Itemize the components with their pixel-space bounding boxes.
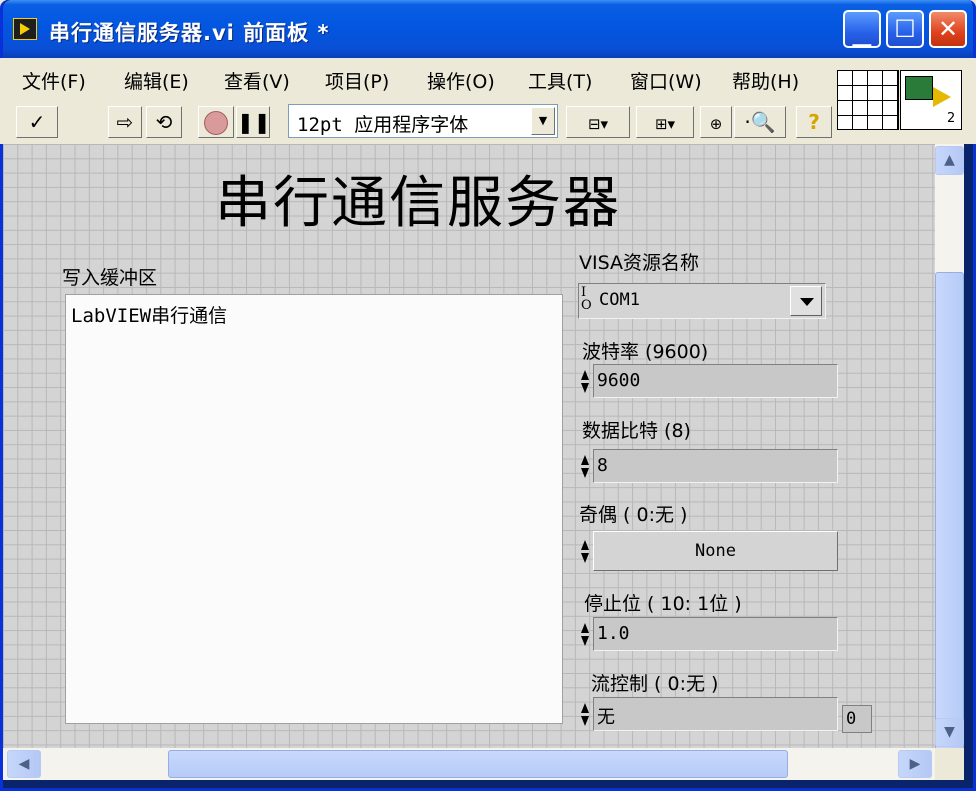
- stop-icon: [204, 111, 228, 135]
- pause-button[interactable]: ❚❚: [236, 106, 271, 138]
- data-bits-label: 数据比特 (8): [582, 420, 691, 442]
- write-buffer-value: LabVIEW串行通信: [71, 305, 228, 327]
- font-select[interactable]: 12pt 应用程序字体 ▼: [288, 104, 558, 138]
- vi-icon-arrow: [933, 87, 951, 107]
- visa-resource-select[interactable]: IO COM1: [578, 283, 826, 319]
- context-help-button[interactable]: ?: [796, 106, 832, 138]
- labview-vi-icon[interactable]: [13, 18, 37, 40]
- decrement-arrow-icon[interactable]: [581, 636, 589, 646]
- baud-rate-stepper[interactable]: [579, 364, 592, 398]
- menu-operate[interactable]: 操作(O): [427, 67, 495, 94]
- search-button[interactable]: ·🔍: [734, 106, 786, 138]
- flow-control-value: 无: [597, 707, 615, 728]
- scroll-down-icon[interactable]: ▼: [935, 718, 964, 747]
- run-arrow-icon: ⇨: [116, 110, 134, 134]
- abort-button[interactable]: [198, 106, 234, 138]
- increment-arrow-icon[interactable]: [581, 703, 589, 713]
- decrement-arrow-icon[interactable]: [581, 383, 589, 393]
- visa-resource-label: VISA资源名称: [579, 252, 700, 274]
- menu-tools[interactable]: 工具(T): [528, 67, 592, 94]
- stop-bits-value: 1.0: [597, 623, 630, 644]
- menu-bar: 文件(F) 编辑(E) 查看(V) 项目(P) 操作(O) 工具(T) 窗口(W…: [0, 58, 976, 98]
- search-icon: ·🔍: [744, 110, 776, 134]
- menu-file[interactable]: 文件(F): [22, 67, 86, 94]
- increment-arrow-icon[interactable]: [581, 370, 589, 380]
- vi-icon[interactable]: 2: [900, 70, 962, 130]
- visa-io-icon: IO: [581, 286, 592, 312]
- stop-bits-label: 停止位 ( 10: 1位 ): [584, 593, 742, 615]
- run-continuously-icon: ⟲: [155, 110, 173, 134]
- window-title: 串行通信服务器.vi 前面板 *: [49, 21, 330, 45]
- pause-icon: ❚❚: [237, 110, 271, 134]
- checkmark-icon: ✓: [28, 110, 46, 134]
- chevron-down-icon[interactable]: [790, 286, 822, 316]
- vertical-scroll-thumb[interactable]: [935, 272, 964, 780]
- increment-arrow-icon[interactable]: [581, 623, 589, 633]
- menu-window[interactable]: 窗口(W): [630, 67, 702, 94]
- menu-project[interactable]: 项目(P): [325, 67, 389, 94]
- resize-objects-button[interactable]: ⊕: [700, 106, 732, 138]
- minimize-icon: ▁: [852, 20, 872, 48]
- font-select-value: 12pt 应用程序字体: [297, 114, 469, 136]
- run-continuously-button[interactable]: ⟲: [146, 106, 182, 138]
- connector-pane[interactable]: [837, 70, 899, 130]
- maximize-icon: ☐: [894, 15, 916, 43]
- data-bits-value: 8: [597, 455, 608, 476]
- align-objects-icon: ⊟▾: [587, 115, 609, 133]
- flow-control-stepper[interactable]: [579, 697, 592, 731]
- flow-control-label: 流控制 ( 0:无 ): [591, 673, 719, 695]
- vi-icon-number: 2: [947, 111, 956, 126]
- stop-bits-input[interactable]: 1.0: [593, 617, 838, 651]
- parity-select[interactable]: None: [593, 531, 838, 571]
- decrement-arrow-icon[interactable]: [581, 468, 589, 478]
- vi-icon-graph: [905, 76, 933, 100]
- chevron-down-icon[interactable]: ▼: [531, 107, 555, 135]
- baud-rate-label: 波特率 (9600): [582, 341, 709, 363]
- distribute-objects-button[interactable]: ⊞▾: [636, 106, 694, 138]
- decrement-arrow-icon[interactable]: [581, 716, 589, 726]
- menu-view[interactable]: 查看(V): [224, 67, 290, 94]
- align-objects-button[interactable]: ⊟▾: [566, 106, 630, 138]
- stop-bits-stepper[interactable]: [579, 617, 592, 651]
- scroll-left-icon[interactable]: ◀: [7, 750, 41, 778]
- parity-stepper[interactable]: [579, 534, 592, 568]
- close-icon: ✕: [937, 15, 959, 43]
- help-icon: ?: [808, 110, 820, 134]
- menu-edit[interactable]: 编辑(E): [124, 67, 189, 94]
- flow-control-number: 0: [842, 705, 872, 733]
- scroll-up-icon[interactable]: ▲: [935, 146, 964, 175]
- resize-grip-icon[interactable]: [935, 748, 964, 780]
- write-buffer-input[interactable]: LabVIEW串行通信: [65, 294, 563, 724]
- maximize-button[interactable]: ☐: [886, 10, 924, 48]
- menu-help[interactable]: 帮助(H): [732, 67, 799, 94]
- scroll-right-icon[interactable]: ▶: [898, 750, 932, 778]
- title-bar[interactable]: 串行通信服务器.vi 前面板 * ▁ ☐ ✕: [3, 0, 973, 58]
- visa-resource-value: COM1: [599, 290, 640, 310]
- flow-control-select[interactable]: 无: [593, 697, 838, 731]
- data-bits-stepper[interactable]: [579, 449, 592, 483]
- data-bits-input[interactable]: 8: [593, 449, 838, 483]
- close-button[interactable]: ✕: [929, 10, 967, 48]
- minimize-button[interactable]: ▁: [843, 10, 881, 48]
- panel-title: 串行通信服务器: [215, 171, 621, 236]
- run-check-button[interactable]: ✓: [16, 106, 58, 138]
- run-button[interactable]: ⇨: [108, 106, 142, 138]
- resize-objects-icon: ⊕: [709, 115, 723, 133]
- decrement-arrow-icon[interactable]: [581, 553, 589, 563]
- baud-rate-value: 9600: [597, 370, 641, 391]
- increment-arrow-icon[interactable]: [581, 455, 589, 465]
- increment-arrow-icon[interactable]: [581, 540, 589, 550]
- visa-io-bottom: O: [581, 298, 592, 313]
- horizontal-scrollbar[interactable]: ◀ ▶: [3, 748, 935, 780]
- write-buffer-label: 写入缓冲区: [62, 267, 158, 289]
- horizontal-scroll-thumb[interactable]: [168, 750, 788, 778]
- baud-rate-input[interactable]: 9600: [593, 364, 838, 398]
- distribute-objects-icon: ⊞▾: [654, 115, 676, 133]
- vertical-scrollbar[interactable]: ▲ ▼: [935, 144, 964, 780]
- parity-label: 奇偶 ( 0:无 ): [579, 504, 688, 526]
